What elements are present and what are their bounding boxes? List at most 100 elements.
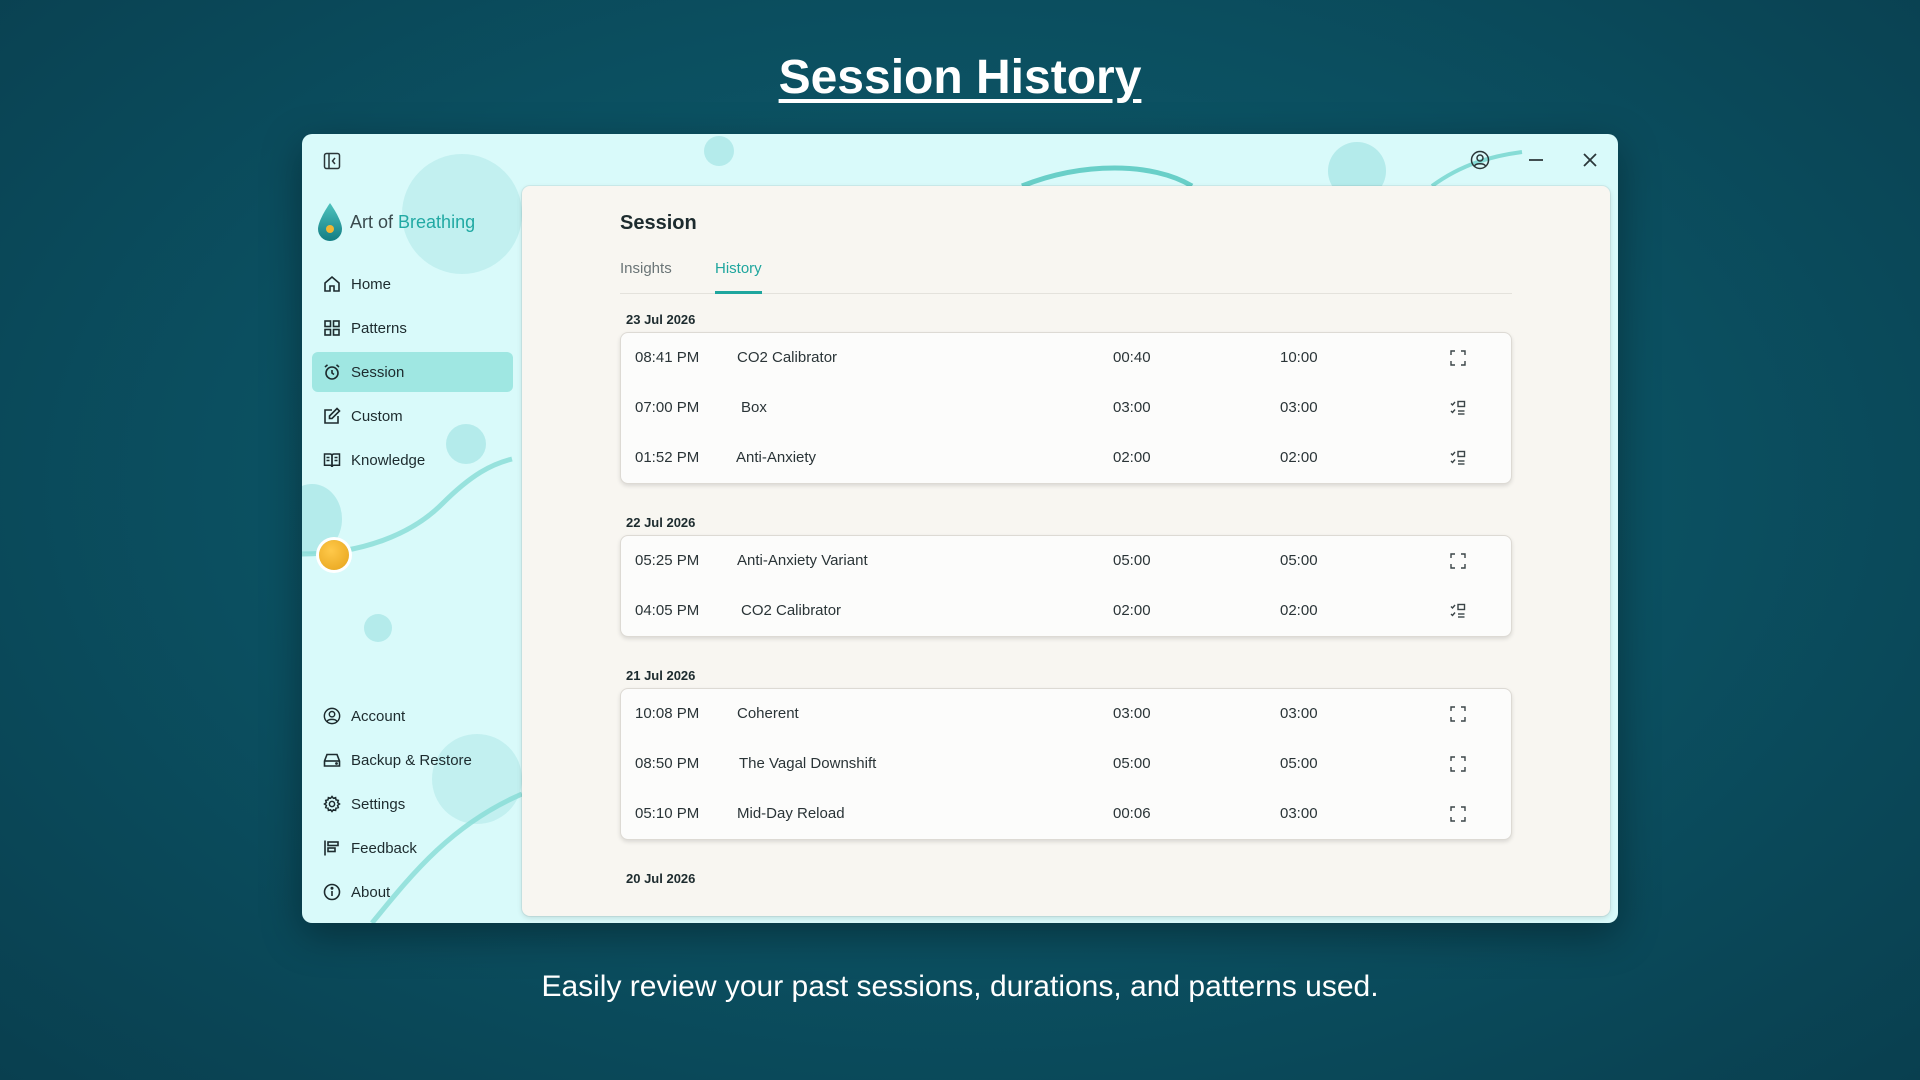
- session-row[interactable]: 08:50 PM The Vagal Downshift 05:00 05:00: [621, 739, 1511, 789]
- breath-sun-indicator: [319, 540, 349, 570]
- sidebar-item-feedback[interactable]: Feedback: [312, 828, 513, 868]
- grid-icon: [324, 320, 340, 336]
- session-row[interactable]: 05:10 PM Mid-Day Reload 00:06 03:00: [621, 789, 1511, 839]
- sidebar-item-patterns[interactable]: Patterns: [312, 308, 513, 348]
- session-row[interactable]: 08:41 PM CO2 Calibrator 00:40 10:00: [621, 333, 1511, 383]
- sidebar-item-label: Settings: [351, 795, 406, 813]
- tab-bar: Insights History: [620, 260, 1512, 294]
- book-icon: [323, 453, 341, 468]
- date-header: 20 Jul 2026: [626, 871, 696, 886]
- session-time: 07:00 PM: [635, 399, 700, 416]
- sidebar-item-about[interactable]: About: [312, 872, 513, 912]
- sidebar-item-session[interactable]: Session: [312, 352, 513, 392]
- water-drop-icon: [318, 203, 342, 241]
- sidebar-item-account[interactable]: Account: [312, 696, 513, 736]
- session-target: 05:00: [1280, 552, 1318, 569]
- app-logo[interactable]: Art of Breathing: [316, 202, 475, 242]
- session-duration: 05:00: [1113, 552, 1151, 569]
- session-target: 05:00: [1280, 755, 1318, 772]
- session-time: 08:50 PM: [635, 755, 700, 772]
- promo-title: Session History: [778, 51, 1142, 104]
- tab-history[interactable]: History: [715, 260, 762, 294]
- checklist-icon[interactable]: [1449, 399, 1467, 417]
- session-row[interactable]: 07:00 PM Box 03:00 03:00: [621, 383, 1511, 433]
- sidebar-item-label: Knowledge: [351, 451, 426, 469]
- expand-icon[interactable]: [1449, 349, 1467, 367]
- session-pattern: CO2 Calibrator: [741, 602, 842, 619]
- expand-icon[interactable]: [1449, 805, 1467, 823]
- session-target: 10:00: [1280, 349, 1318, 366]
- feedback-icon: [324, 840, 339, 856]
- sidebar-item-knowledge[interactable]: Knowledge: [312, 440, 513, 480]
- session-pattern: Box: [741, 399, 767, 416]
- session-time: 01:52 PM: [635, 449, 700, 466]
- session-time: 05:10 PM: [635, 805, 700, 822]
- sidebar-item-label: About: [351, 883, 391, 901]
- sidebar-item-backup-restore[interactable]: Backup & Restore: [312, 740, 513, 780]
- sidebar-item-label: Patterns: [351, 319, 407, 337]
- decor-bubble: [704, 136, 734, 166]
- drive-icon: [323, 753, 341, 767]
- session-row[interactable]: 05:25 PM Anti-Anxiety Variant 05:00 05:0…: [621, 536, 1511, 586]
- close-button[interactable]: [1574, 144, 1606, 176]
- session-pattern: Anti-Anxiety: [736, 449, 817, 466]
- session-pattern: Mid-Day Reload: [737, 805, 845, 822]
- date-header: 21 Jul 2026: [626, 668, 696, 683]
- sidebar-item-label: Home: [351, 275, 392, 293]
- sidebar-item-custom[interactable]: Custom: [312, 396, 513, 436]
- main-content: Session Insights History 23 Jul 2026 08:…: [522, 186, 1610, 916]
- session-target: 03:00: [1280, 805, 1318, 822]
- sidebar-item-label: Custom: [351, 407, 403, 425]
- minimize-button[interactable]: [1520, 144, 1552, 176]
- promo-caption: Easily review your past sessions, durati…: [541, 970, 1379, 1003]
- logo-accent: Breathing: [398, 211, 476, 232]
- session-group: 05:25 PM Anti-Anxiety Variant 05:00 05:0…: [620, 535, 1512, 637]
- sidebar-item-label: Account: [351, 707, 406, 725]
- page-title: Session: [620, 212, 697, 234]
- session-pattern: Coherent: [737, 705, 799, 722]
- session-row[interactable]: 10:08 PM Coherent 03:00 03:00: [621, 689, 1511, 739]
- session-group: 10:08 PM Coherent 03:00 03:00 08:50 PM T…: [620, 688, 1512, 840]
- sidebar-item-label: Feedback: [351, 839, 417, 857]
- sidebar-item-home[interactable]: Home: [312, 264, 513, 304]
- session-row[interactable]: 01:52 PM Anti-Anxiety 02:00 02:00: [621, 433, 1511, 483]
- session-target: 03:00: [1280, 399, 1318, 416]
- session-pattern: The Vagal Downshift: [739, 755, 877, 772]
- session-pattern: CO2 Calibrator: [737, 349, 838, 366]
- session-target: 02:00: [1280, 449, 1318, 466]
- logo-prefix: Art of: [350, 211, 394, 232]
- alarm-clock-icon: [324, 364, 340, 380]
- tab-insights[interactable]: Insights: [620, 260, 672, 294]
- session-target: 03:00: [1280, 705, 1318, 722]
- close-icon: [1583, 153, 1597, 167]
- sidebar-item-settings[interactable]: Settings: [312, 784, 513, 824]
- session-duration: 02:00: [1113, 602, 1151, 619]
- sidebar-item-label: Session: [351, 363, 405, 381]
- checklist-icon[interactable]: [1449, 602, 1467, 620]
- session-pattern: Anti-Anxiety Variant: [737, 552, 868, 569]
- session-duration: 03:00: [1113, 399, 1151, 416]
- expand-icon[interactable]: [1449, 755, 1467, 773]
- expand-icon[interactable]: [1449, 552, 1467, 570]
- date-header: 22 Jul 2026: [626, 515, 696, 530]
- session-duration: 05:00: [1113, 755, 1151, 772]
- expand-icon[interactable]: [1449, 705, 1467, 723]
- session-row[interactable]: 04:05 PM CO2 Calibrator 02:00 02:00: [621, 586, 1511, 636]
- sidebar: Art of Breathing Home Patterns Session C…: [302, 134, 522, 923]
- date-header: 23 Jul 2026: [626, 312, 696, 327]
- app-window: Art of Breathing Home Patterns Session C…: [302, 134, 1618, 923]
- sidebar-item-label: Backup & Restore: [351, 751, 472, 769]
- session-time: 04:05 PM: [635, 602, 700, 619]
- home-icon: [324, 275, 340, 292]
- session-time: 05:25 PM: [635, 552, 700, 569]
- edit-icon: [324, 407, 341, 424]
- checklist-icon[interactable]: [1449, 449, 1467, 467]
- info-icon: [323, 883, 341, 901]
- account-button[interactable]: [1464, 144, 1496, 176]
- session-time: 08:41 PM: [635, 349, 700, 366]
- session-duration: 00:40: [1113, 349, 1151, 366]
- user-circle-icon: [1470, 150, 1490, 170]
- user-circle-icon: [323, 707, 341, 725]
- minimize-icon: [1529, 159, 1543, 161]
- session-target: 02:00: [1280, 602, 1318, 619]
